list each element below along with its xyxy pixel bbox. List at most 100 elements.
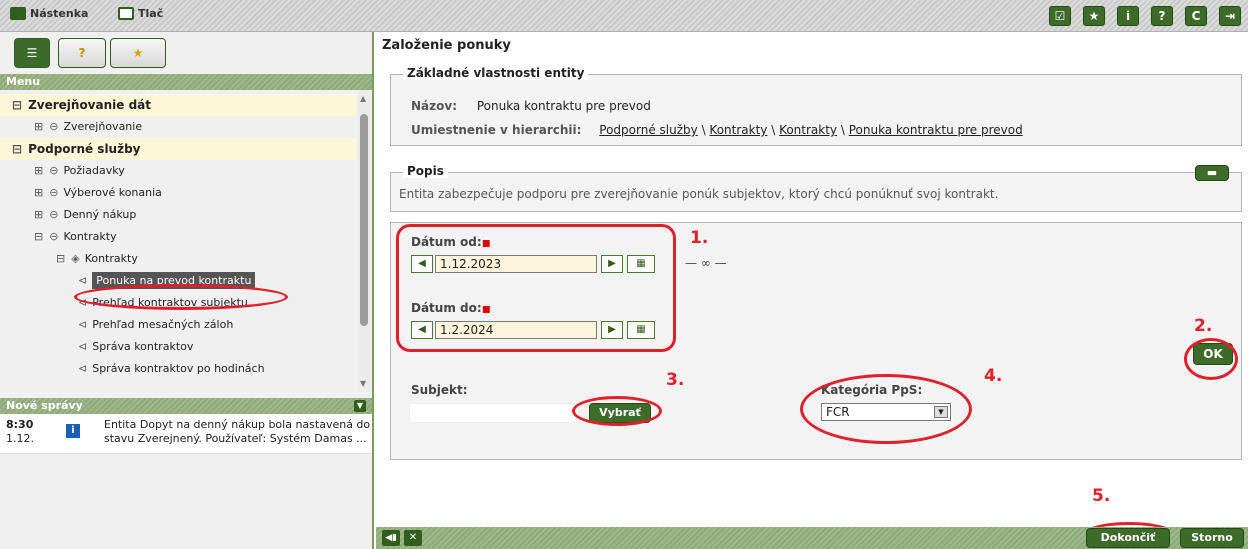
sidebar-item[interactable]: ⊞ ⊖ Denný nákup (0, 204, 356, 226)
cancel-button[interactable]: Storno (1180, 528, 1244, 548)
news-header: Nové správy ▼ (0, 398, 372, 414)
info-icon: i (66, 424, 80, 438)
refresh-button[interactable]: C (1185, 6, 1207, 26)
collapse-news-icon[interactable]: ▼ (354, 400, 366, 412)
exit-icon: ⇥ (1224, 9, 1236, 23)
location-label: Umiestnenie v hierarchii: (411, 123, 582, 137)
dashboard-link[interactable]: Nástenka (10, 7, 88, 20)
expand-icon[interactable]: ⊞ (34, 120, 43, 133)
annotation-number-3: 3. (666, 370, 685, 390)
sidebar-item-label: Požiadavky (63, 164, 125, 177)
module-icon: ⊖ (49, 164, 59, 177)
help-view-button[interactable]: ? (58, 38, 106, 68)
folder-icon: ◈ (71, 252, 80, 265)
minus-icon: ▬ (1206, 166, 1218, 179)
info-icon: i (1125, 9, 1131, 23)
link-dates-icon[interactable]: — ∞ — (685, 256, 727, 270)
page-title: Založenie ponuky (382, 38, 511, 53)
module-icon: ⊖ (49, 208, 59, 221)
sidebar-item[interactable]: ⊟ Zverejňovanie dát (0, 94, 356, 116)
properties-fieldset: Základné vlastnosti entity Názov: Ponuka… (390, 66, 1242, 146)
favorites-view-button[interactable]: ★ (110, 38, 166, 68)
home-icon (10, 7, 26, 20)
sidebar-item-label: Správa kontraktov po hodinách (92, 362, 265, 375)
expand-icon[interactable]: ⊞ (34, 186, 43, 199)
sidebar-item[interactable]: ⊞ ⊖ Požiadavky (0, 160, 356, 182)
breadcrumb-link[interactable]: Podporné služby (599, 123, 697, 137)
star-icon: ★ (1088, 9, 1100, 23)
scroll-down-icon[interactable]: ▼ (360, 379, 366, 388)
breadcrumb-link[interactable]: Ponuka kontraktu pre prevod (849, 123, 1023, 137)
menu-tree: ▲ ▼ ⊟ Zverejňovanie dát ⊞ ⊖ Zverejňovanie ⊟ Po… (0, 90, 372, 392)
description-fieldset: Popis Entita zabezpečuje podporu pre zve… (390, 164, 1242, 212)
sidebar-item[interactable]: ⊲ Správa kontraktov (0, 336, 356, 358)
annotation-box-dates (396, 224, 676, 352)
sidebar-item[interactable]: ⊟ Podporné služby (0, 138, 356, 160)
breadcrumb-link[interactable]: Kontrakty (779, 123, 837, 137)
collapse-icon[interactable]: ⊟ (56, 252, 65, 265)
name-value: Ponuka kontraktu pre prevod (476, 99, 651, 113)
sidebar-item[interactable]: ⊞ ⊖ Výberové konania (0, 182, 356, 204)
collapse-icon[interactable]: ⊟ (12, 142, 22, 156)
main-content: Založenie ponuky Základné vlastnosti ent… (376, 32, 1248, 549)
exit-button[interactable]: ⇥ (1219, 6, 1241, 26)
scroll-up-icon[interactable]: ▲ (360, 94, 366, 103)
print-link-label: Tlač (138, 7, 164, 20)
info-button[interactable]: i (1117, 6, 1139, 26)
collapse-icon[interactable]: ⊟ (34, 230, 43, 243)
menu-title: Menu (6, 75, 41, 88)
expand-icon[interactable]: ⊞ (34, 164, 43, 177)
location-row: Umiestnenie v hierarchii: Podporné služb… (411, 123, 1023, 137)
scrollbar-thumb[interactable] (360, 114, 368, 326)
checklist-button[interactable]: ☑ (1049, 6, 1071, 26)
help-button[interactable]: ? (1151, 6, 1173, 26)
annotation-circle-choose (572, 396, 662, 426)
print-link[interactable]: Tlač (118, 7, 163, 20)
subject-field[interactable] (409, 403, 579, 423)
close-icon[interactable]: ✕ (404, 530, 422, 546)
page-icon: ⊲ (78, 340, 88, 353)
annotation-number-2: 2. (1194, 316, 1213, 336)
sidebar-item[interactable]: ⊟ ⊖ Kontrakty (0, 226, 356, 248)
collapse-icon[interactable]: ⊟ (12, 98, 22, 112)
sidebar-item-label: Denný nákup (63, 208, 137, 221)
news-title: Nové správy (6, 399, 83, 412)
subject-label: Subjekt: (411, 383, 468, 397)
annotation-number-4: 4. (984, 366, 1003, 386)
favorites-button[interactable]: ★ (1083, 6, 1105, 26)
sidebar-item-label: Zverejňovanie dát (28, 98, 151, 112)
annotation-circle-menu (74, 284, 288, 310)
sidebar-item-label: Správa kontraktov (92, 340, 194, 353)
sidebar-item-label: Zverejňovanie (63, 120, 143, 133)
bottom-toolbar: ◀▮ ✕ Dokončiť Storno (376, 527, 1248, 549)
collapse-button[interactable]: ▬ (1195, 165, 1229, 181)
help-icon: ? (1158, 9, 1166, 23)
expand-icon[interactable]: ⊞ (34, 208, 43, 221)
finish-button[interactable]: Dokončiť (1086, 528, 1170, 548)
module-icon: ⊖ (49, 230, 59, 243)
news-item[interactable]: 8:30 1.12. i Entita Dopyt na denný nákup… (0, 414, 372, 454)
annotation-number-1: 1. (690, 228, 709, 248)
sidebar-item[interactable]: ⊲ Prehľad mesačných záloh (0, 314, 356, 336)
menu-scrollbar[interactable]: ▲ ▼ (358, 90, 370, 392)
sidebar-item-label: Kontrakty (84, 252, 138, 265)
sidebar-item[interactable]: ⊲ Správa kontraktov po hodinách (0, 358, 356, 380)
module-icon: ⊖ (49, 120, 59, 133)
news-text-line1: Entita Dopyt na denný nákup bola nastave… (104, 418, 371, 431)
annotation-number-5: 5. (1092, 486, 1111, 506)
description-legend: Popis (403, 164, 448, 178)
page-icon: ⊲ (78, 274, 88, 287)
menu-view-button[interactable]: ☰ (14, 38, 50, 68)
breadcrumb-link[interactable]: Kontrakty (709, 123, 767, 137)
print-icon (118, 7, 134, 20)
annotation-circle-ok (1184, 338, 1238, 380)
collapse-left-icon[interactable]: ◀▮ (382, 530, 400, 546)
module-icon: ⊖ (49, 186, 59, 199)
page-icon: ⊲ (78, 362, 88, 375)
checklist-icon: ☑ (1054, 9, 1066, 23)
sidebar-item[interactable]: ⊞ ⊖ Zverejňovanie (0, 116, 356, 138)
sidebar-item[interactable]: ⊟ ◈ Kontrakty (0, 248, 356, 270)
name-label: Názov: (411, 99, 457, 113)
page-icon: ⊲ (78, 318, 88, 331)
news-time: 8:30 (6, 418, 34, 431)
